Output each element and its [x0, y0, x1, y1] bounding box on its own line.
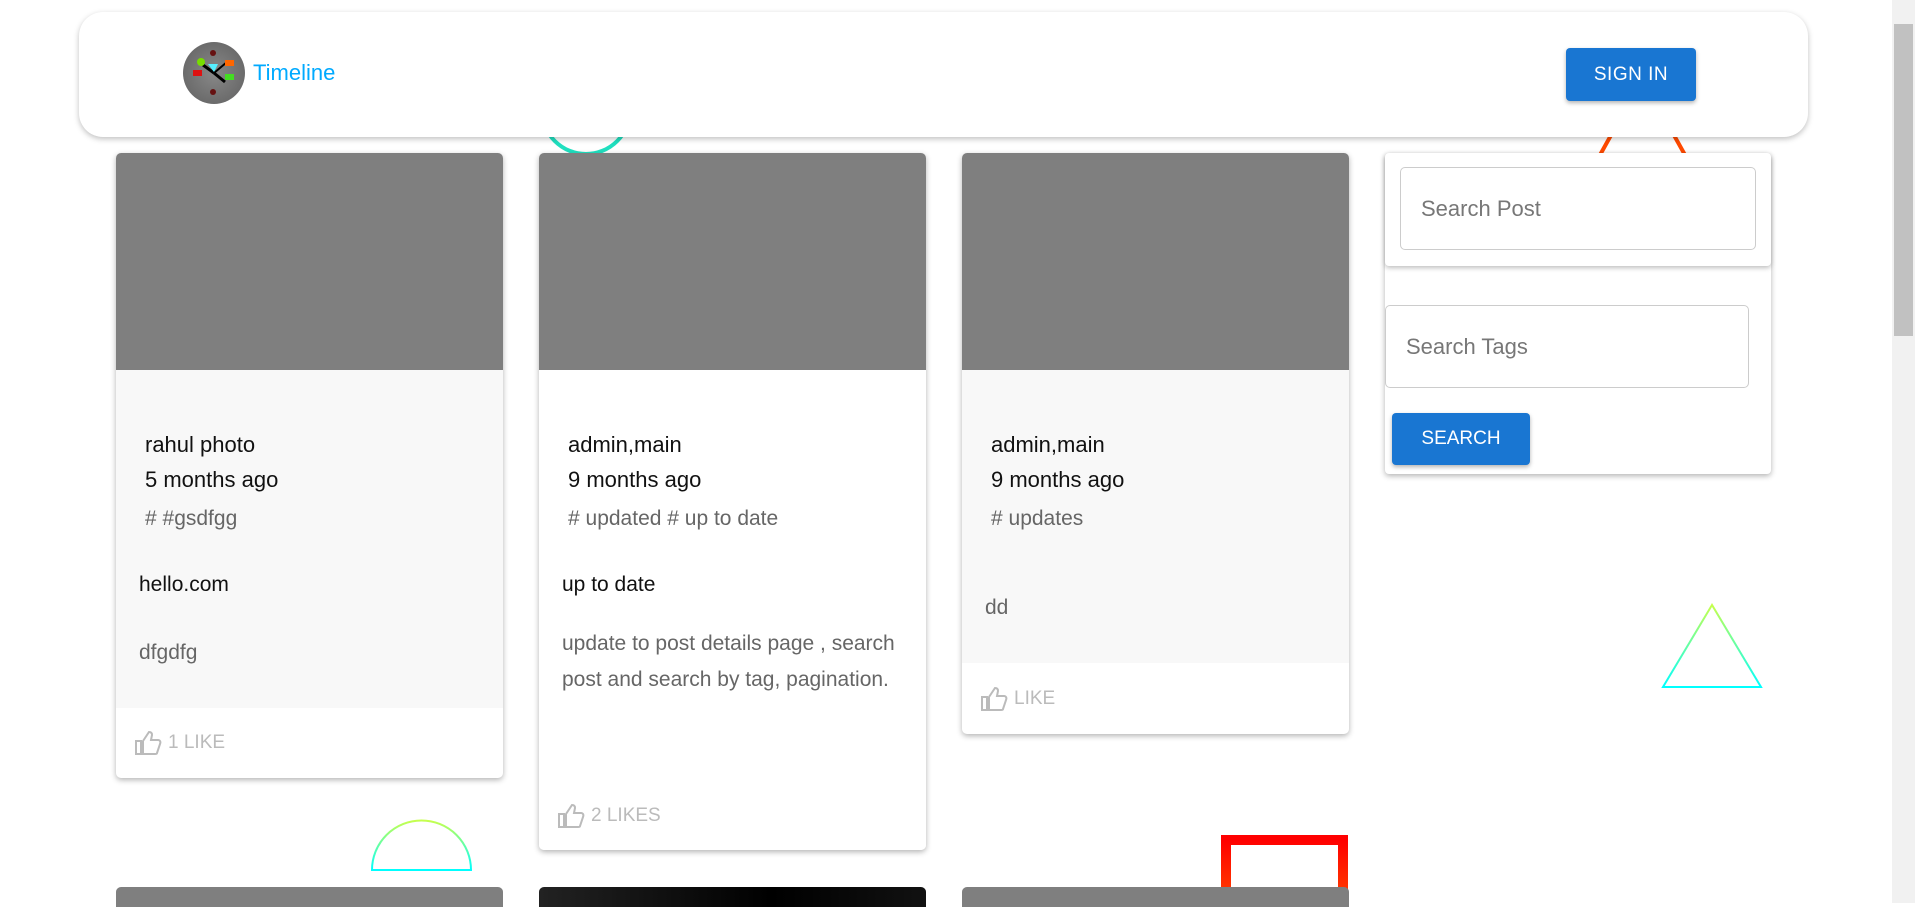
search-button[interactable]: SEARCH [1392, 413, 1530, 465]
post-card[interactable]: admin,main 9 months ago # updates dd LIK… [962, 153, 1349, 734]
post-time: 9 months ago [568, 467, 702, 492]
thumb-up-icon [135, 730, 162, 755]
post-content: rahul photo 5 months ago # #gsdfgg hello… [116, 370, 503, 708]
post-card[interactable] [116, 887, 503, 907]
search-post-input[interactable] [1400, 167, 1756, 250]
post-card[interactable] [539, 887, 926, 907]
like-count: LIKE [1014, 688, 1056, 709]
sign-in-button[interactable]: SIGN IN [1566, 48, 1696, 101]
search-tags-input[interactable] [1385, 305, 1749, 388]
like-button[interactable]: 1 LIKE [134, 730, 225, 756]
post-tags: # updates [991, 507, 1084, 530]
app-header: Timeline SIGN IN [79, 12, 1808, 137]
like-count: 2 LIKES [591, 805, 661, 826]
post-time: 9 months ago [991, 467, 1125, 492]
post-author: rahul photo [145, 432, 256, 457]
post-body: update to post details page , search pos… [562, 632, 895, 691]
post-image [539, 153, 926, 370]
post-card[interactable]: rahul photo 5 months ago # #gsdfgg hello… [116, 153, 503, 778]
like-count: 1 LIKE [168, 732, 226, 753]
decor-triangle [1661, 603, 1763, 688]
post-body: dfgdfg [139, 641, 198, 664]
like-button[interactable]: 2 LIKES [557, 803, 661, 829]
decor-semicircle [370, 819, 473, 871]
post-content: admin,main 9 months ago # updated # up t… [539, 370, 926, 850]
post-card[interactable]: admin,main 9 months ago # updated # up t… [539, 153, 926, 850]
search-post-section [1385, 153, 1771, 266]
post-body: dd [985, 596, 1009, 619]
post-tags: # #gsdfgg [145, 507, 238, 530]
post-image [962, 153, 1349, 370]
post-author: admin,main [568, 432, 682, 457]
post-content: admin,main 9 months ago # updates dd [962, 370, 1349, 663]
like-button[interactable]: LIKE [980, 686, 1055, 712]
post-title: up to date [562, 573, 656, 596]
post-time: 5 months ago [145, 467, 279, 492]
thumb-up-icon [558, 803, 585, 828]
post-card[interactable] [962, 887, 1349, 907]
post-tags: # updated # up to date [568, 507, 779, 530]
brand-link[interactable]: Timeline [253, 60, 335, 86]
clock-logo-icon[interactable] [183, 42, 245, 104]
post-author: admin,main [991, 432, 1105, 457]
post-title: hello.com [139, 573, 229, 596]
search-panel: SEARCH [1385, 153, 1771, 474]
thumb-up-icon [981, 686, 1008, 711]
post-image [116, 153, 503, 370]
